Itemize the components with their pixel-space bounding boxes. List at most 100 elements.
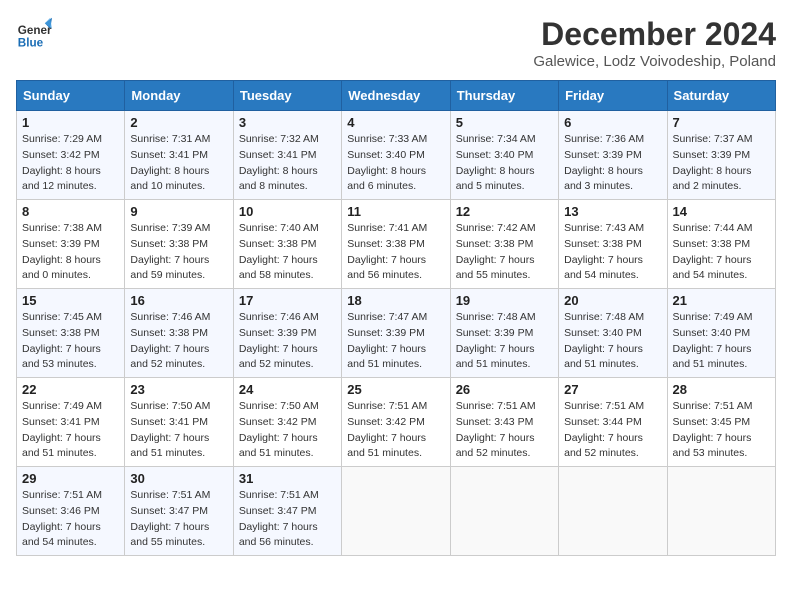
day-cell: 23 Sunrise: 7:50 AMSunset: 3:41 PMDayligh… <box>125 378 233 467</box>
day-number: 15 <box>22 293 119 308</box>
header-monday: Monday <box>125 81 233 111</box>
day-cell: 16 Sunrise: 7:46 AMSunset: 3:38 PMDayligh… <box>125 289 233 378</box>
day-number: 18 <box>347 293 444 308</box>
day-info: Sunrise: 7:49 AMSunset: 3:41 PMDaylight:… <box>22 399 119 462</box>
day-info: Sunrise: 7:39 AMSunset: 3:38 PMDaylight:… <box>130 221 227 284</box>
svg-text:Blue: Blue <box>18 37 44 50</box>
day-cell: 6 Sunrise: 7:36 AMSunset: 3:39 PMDaylight… <box>559 111 667 200</box>
days-of-week-row: SundayMondayTuesdayWednesdayThursdayFrid… <box>17 81 776 111</box>
day-cell: 9 Sunrise: 7:39 AMSunset: 3:38 PMDaylight… <box>125 200 233 289</box>
day-cell: 30 Sunrise: 7:51 AMSunset: 3:47 PMDayligh… <box>125 467 233 556</box>
logo: General Blue <box>16 16 52 52</box>
day-cell: 14 Sunrise: 7:44 AMSunset: 3:38 PMDayligh… <box>667 200 775 289</box>
day-number: 1 <box>22 115 119 130</box>
day-cell: 20Sunrise: 7:48 AMSunset: 3:40 PMDayligh… <box>559 289 667 378</box>
day-cell <box>559 467 667 556</box>
day-number: 9 <box>130 204 227 219</box>
logo-icon: General Blue <box>16 16 52 52</box>
day-number: 3 <box>239 115 336 130</box>
week-row-5: 29Sunrise: 7:51 AMSunset: 3:46 PMDayligh… <box>17 467 776 556</box>
header-tuesday: Tuesday <box>233 81 341 111</box>
day-number: 29 <box>22 471 119 486</box>
day-number: 28 <box>673 382 770 397</box>
day-cell: 3 Sunrise: 7:32 AMSunset: 3:41 PMDaylight… <box>233 111 341 200</box>
day-number: 12 <box>456 204 553 219</box>
day-cell: 2Sunrise: 7:31 AMSunset: 3:41 PMDaylight… <box>125 111 233 200</box>
day-number: 23 <box>130 382 227 397</box>
day-number: 26 <box>456 382 553 397</box>
day-cell: 10 Sunrise: 7:40 AMSunset: 3:38 PMDayligh… <box>233 200 341 289</box>
day-number: 31 <box>239 471 336 486</box>
day-number: 30 <box>130 471 227 486</box>
header-saturday: Saturday <box>667 81 775 111</box>
day-number: 8 <box>22 204 119 219</box>
day-number: 4 <box>347 115 444 130</box>
day-number: 21 <box>673 293 770 308</box>
day-cell: 5Sunrise: 7:34 AMSunset: 3:40 PMDaylight… <box>450 111 558 200</box>
header-sunday: Sunday <box>17 81 125 111</box>
week-row-3: 15 Sunrise: 7:45 AMSunset: 3:38 PMDayligh… <box>17 289 776 378</box>
subtitle: Galewice, Lodz Voivodeship, Poland <box>533 53 776 70</box>
day-cell: 13 Sunrise: 7:43 AMSunset: 3:38 PMDayligh… <box>559 200 667 289</box>
day-info: Sunrise: 7:37 AMSunset: 3:39 PMDaylight:… <box>673 132 770 195</box>
day-cell: 7 Sunrise: 7:37 AMSunset: 3:39 PMDaylight… <box>667 111 775 200</box>
day-info: Sunrise: 7:47 AMSunset: 3:39 PMDaylight:… <box>347 310 444 373</box>
day-number: 20 <box>564 293 661 308</box>
day-info: Sunrise: 7:49 AMSunset: 3:40 PMDaylight:… <box>673 310 770 373</box>
day-info: Sunrise: 7:36 AMSunset: 3:39 PMDaylight:… <box>564 132 661 195</box>
day-info: Sunrise: 7:46 AMSunset: 3:38 PMDaylight:… <box>130 310 227 373</box>
day-cell: 1 Sunrise: 7:29 AMSunset: 3:42 PMDaylight… <box>17 111 125 200</box>
day-cell: 18 Sunrise: 7:47 AMSunset: 3:39 PMDayligh… <box>342 289 450 378</box>
day-cell: 12Sunrise: 7:42 AMSunset: 3:38 PMDayligh… <box>450 200 558 289</box>
day-info: Sunrise: 7:51 AMSunset: 3:47 PMDaylight:… <box>130 488 227 551</box>
day-info: Sunrise: 7:46 AMSunset: 3:39 PMDaylight:… <box>239 310 336 373</box>
day-cell: 19Sunrise: 7:48 AMSunset: 3:39 PMDayligh… <box>450 289 558 378</box>
day-cell: 21 Sunrise: 7:49 AMSunset: 3:40 PMDayligh… <box>667 289 775 378</box>
week-row-1: 1 Sunrise: 7:29 AMSunset: 3:42 PMDaylight… <box>17 111 776 200</box>
day-info: Sunrise: 7:32 AMSunset: 3:41 PMDaylight:… <box>239 132 336 195</box>
day-info: Sunrise: 7:45 AMSunset: 3:38 PMDaylight:… <box>22 310 119 373</box>
day-number: 17 <box>239 293 336 308</box>
day-cell <box>342 467 450 556</box>
day-cell: 15 Sunrise: 7:45 AMSunset: 3:38 PMDayligh… <box>17 289 125 378</box>
day-info: Sunrise: 7:43 AMSunset: 3:38 PMDaylight:… <box>564 221 661 284</box>
day-number: 14 <box>673 204 770 219</box>
day-number: 13 <box>564 204 661 219</box>
day-number: 25 <box>347 382 444 397</box>
day-cell: 31 Sunrise: 7:51 AMSunset: 3:47 PMDayligh… <box>233 467 341 556</box>
day-cell: 28 Sunrise: 7:51 AMSunset: 3:45 PMDayligh… <box>667 378 775 467</box>
day-number: 16 <box>130 293 227 308</box>
header-wednesday: Wednesday <box>342 81 450 111</box>
day-info: Sunrise: 7:44 AMSunset: 3:38 PMDaylight:… <box>673 221 770 284</box>
day-number: 11 <box>347 204 444 219</box>
header-friday: Friday <box>559 81 667 111</box>
day-cell: 17 Sunrise: 7:46 AMSunset: 3:39 PMDayligh… <box>233 289 341 378</box>
main-title: December 2024 <box>533 16 776 53</box>
day-number: 7 <box>673 115 770 130</box>
day-info: Sunrise: 7:50 AMSunset: 3:41 PMDaylight:… <box>130 399 227 462</box>
day-info: Sunrise: 7:51 AMSunset: 3:45 PMDaylight:… <box>673 399 770 462</box>
header-thursday: Thursday <box>450 81 558 111</box>
day-number: 27 <box>564 382 661 397</box>
day-number: 2 <box>130 115 227 130</box>
day-cell <box>450 467 558 556</box>
day-cell: 22Sunrise: 7:49 AMSunset: 3:41 PMDayligh… <box>17 378 125 467</box>
calendar-table: SundayMondayTuesdayWednesdayThursdayFrid… <box>16 80 776 556</box>
day-cell: 24Sunrise: 7:50 AMSunset: 3:42 PMDayligh… <box>233 378 341 467</box>
day-cell: 8 Sunrise: 7:38 AMSunset: 3:39 PMDaylight… <box>17 200 125 289</box>
day-number: 10 <box>239 204 336 219</box>
day-info: Sunrise: 7:51 AMSunset: 3:44 PMDaylight:… <box>564 399 661 462</box>
day-info: Sunrise: 7:29 AMSunset: 3:42 PMDaylight:… <box>22 132 119 195</box>
day-cell: 25Sunrise: 7:51 AMSunset: 3:42 PMDayligh… <box>342 378 450 467</box>
day-info: Sunrise: 7:38 AMSunset: 3:39 PMDaylight:… <box>22 221 119 284</box>
day-info: Sunrise: 7:40 AMSunset: 3:38 PMDaylight:… <box>239 221 336 284</box>
day-info: Sunrise: 7:51 AMSunset: 3:47 PMDaylight:… <box>239 488 336 551</box>
day-info: Sunrise: 7:41 AMSunset: 3:38 PMDaylight:… <box>347 221 444 284</box>
day-cell: 4 Sunrise: 7:33 AMSunset: 3:40 PMDaylight… <box>342 111 450 200</box>
week-row-4: 22Sunrise: 7:49 AMSunset: 3:41 PMDayligh… <box>17 378 776 467</box>
day-info: Sunrise: 7:33 AMSunset: 3:40 PMDaylight:… <box>347 132 444 195</box>
day-number: 6 <box>564 115 661 130</box>
calendar-body: 1 Sunrise: 7:29 AMSunset: 3:42 PMDaylight… <box>17 111 776 556</box>
week-row-2: 8 Sunrise: 7:38 AMSunset: 3:39 PMDaylight… <box>17 200 776 289</box>
day-info: Sunrise: 7:50 AMSunset: 3:42 PMDaylight:… <box>239 399 336 462</box>
